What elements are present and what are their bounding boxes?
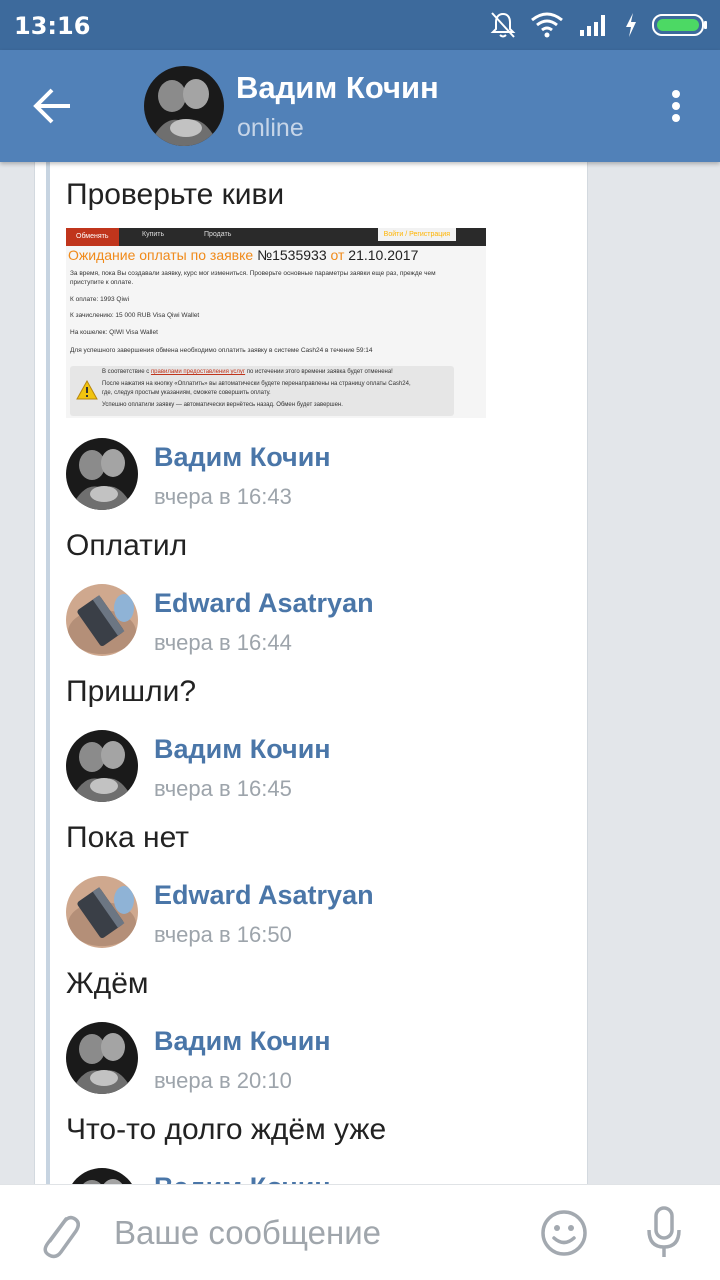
more-dot-icon: [672, 102, 680, 110]
message-input[interactable]: [114, 1211, 514, 1255]
microphone-icon: [647, 1206, 681, 1257]
message-time: вчера в 16:45: [154, 776, 292, 801]
image-attachment[interactable]: Обменять Купить Продать Войти / Регистра…: [66, 228, 486, 418]
avatar-photo: [66, 876, 138, 948]
more-dot-icon: [672, 114, 680, 122]
forwarded-quote-bar: [46, 162, 50, 1184]
more-dot-icon: [672, 90, 680, 98]
message-text: Пока нет: [66, 821, 190, 854]
sender-name[interactable]: Вадим Кочин: [154, 1172, 331, 1184]
paperclip-icon: [43, 1215, 80, 1259]
smiley-icon: [541, 1210, 587, 1256]
sender-avatar[interactable]: [66, 730, 138, 802]
order-line: К оплате: 1993 Qiwi: [70, 296, 130, 303]
chat-header: Вадим Кочин online: [0, 50, 720, 162]
arrow-back-icon: [33, 88, 70, 124]
order-title: Ожидание оплаты по заявке №1535933 от 21…: [68, 247, 418, 263]
more-options-button[interactable]: [664, 86, 688, 126]
order-date: 21.10.2017: [348, 247, 419, 263]
avatar-photo: [66, 438, 138, 510]
sender-avatar[interactable]: [66, 584, 138, 656]
notice-line: Успешно оплатили заявку — автоматически …: [102, 402, 343, 408]
sender-avatar[interactable]: [66, 1022, 138, 1094]
status-time: 13:16: [14, 12, 91, 40]
message-list[interactable]: Проверьте киви Обменять Купить Продать В…: [0, 162, 720, 1184]
message-time: вчера в 20:10: [154, 1068, 292, 1093]
attach-button[interactable]: [36, 1207, 80, 1261]
order-title-mid: от: [326, 247, 349, 263]
sender-name[interactable]: Вадим Кочин: [154, 442, 331, 473]
notice-line: В соответствие с правилами предоставлени…: [102, 369, 393, 375]
back-button[interactable]: [30, 86, 76, 126]
order-title-prefix: Ожидание оплаты по заявке: [68, 247, 258, 263]
order-number: №1535933: [257, 247, 327, 263]
warning-icon: [76, 380, 98, 400]
avatar-photo: [144, 66, 224, 146]
notice-text: по истечении этого времени заявка будет …: [245, 369, 393, 375]
site-nav-bar: Обменять Купить Продать Войти / Регистра…: [66, 228, 486, 246]
site-tab: Обменять: [66, 228, 119, 246]
site-tab: Купить: [142, 231, 165, 238]
message-text: Проверьте киви: [66, 178, 285, 211]
message-text: Оплатил: [66, 529, 188, 562]
avatar-photo: [66, 730, 138, 802]
status-icons: [490, 10, 708, 40]
message-text: Пришли?: [66, 675, 197, 708]
emoji-button[interactable]: [540, 1209, 588, 1257]
message-text: Что-то долго ждём уже: [66, 1113, 387, 1146]
avatar-photo: [66, 1022, 138, 1094]
sender-name[interactable]: Edward Asatryan: [154, 588, 374, 619]
contact-status: online: [237, 114, 304, 142]
order-notice: В соответствие с правилами предоставлени…: [70, 366, 454, 416]
wifi-icon: [531, 12, 563, 38]
sender-avatar[interactable]: [66, 876, 138, 948]
voice-record-button[interactable]: [642, 1205, 686, 1261]
charging-icon: [626, 13, 636, 37]
order-line: За время, пока Вы создавали заявку, курс…: [70, 270, 436, 277]
status-bar: 13:16: [0, 0, 720, 50]
notice-text: В соответствие с: [102, 369, 151, 375]
rules-link: правилами предоставления услуг: [150, 369, 246, 375]
message-time: вчера в 16:44: [154, 630, 292, 655]
message-text: Ждём: [66, 967, 149, 1000]
order-line: На кошелек: QIWI Visa Wallet: [70, 329, 158, 336]
sender-name[interactable]: Edward Asatryan: [154, 880, 374, 911]
sender-name[interactable]: Вадим Кочин: [154, 1026, 331, 1057]
sender-avatar[interactable]: [66, 438, 138, 510]
bell-muted-icon: [490, 12, 516, 38]
order-line: К зачислению: 15 000 RUB Visa Qiwi Walle…: [70, 312, 200, 319]
signal-icon: [580, 15, 605, 36]
notice-line: где, следуя простым указаниям, сможете с…: [102, 390, 271, 396]
site-tab: Продать: [204, 231, 232, 238]
contact-avatar[interactable]: [144, 66, 224, 146]
contact-name[interactable]: Вадим Кочин: [236, 70, 439, 106]
battery-icon: [652, 14, 707, 36]
message-time: вчера в 16:43: [154, 484, 292, 509]
sender-name[interactable]: Вадим Кочин: [154, 734, 331, 765]
order-line: Для успешного завершения обмена необходи…: [70, 347, 373, 354]
chat-screen: 13:16 Вадим Кочин online Проверьте киви …: [0, 0, 720, 1280]
message-composer: [0, 1184, 720, 1280]
avatar-photo: [66, 584, 138, 656]
site-login-link: Войти / Регистрация: [377, 228, 456, 241]
order-line: приступите к оплате.: [70, 279, 134, 286]
notice-line: После нажатия на кнопку «Оплатить» вы ав…: [102, 381, 411, 387]
message-time: вчера в 16:50: [154, 922, 292, 947]
